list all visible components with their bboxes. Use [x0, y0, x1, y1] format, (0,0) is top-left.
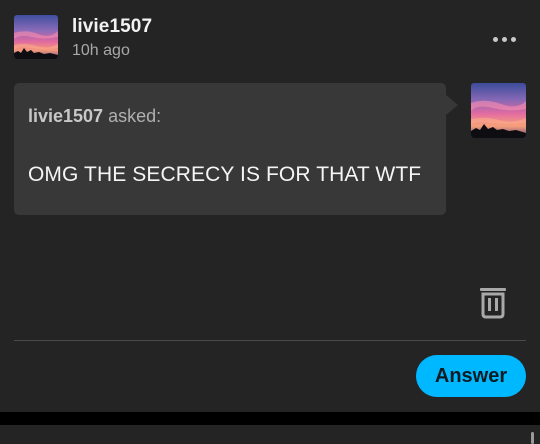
more-dots-icon-dot: [501, 36, 507, 42]
more-dots-icon: [492, 36, 498, 42]
delete-button[interactable]: [477, 284, 509, 320]
ask-question-text: OMG THE SECRECY IS FOR THAT WTF: [28, 163, 422, 186]
post-timestamp: 10h ago: [72, 42, 130, 59]
more-dots-icon-dot: [510, 36, 516, 42]
post-username[interactable]: livie1507: [72, 16, 152, 38]
answer-button[interactable]: Answer: [416, 355, 526, 397]
trash-icon: [480, 288, 506, 319]
more-options-button[interactable]: [484, 24, 524, 54]
asker-avatar[interactable]: [471, 83, 526, 138]
asked-line: livie1507 asked:: [28, 106, 161, 127]
divider: [14, 340, 526, 341]
user-avatar[interactable]: [14, 15, 58, 59]
sunset-avatar-image: [471, 83, 526, 138]
next-post-card: [0, 425, 540, 444]
sunset-avatar-image: [14, 15, 58, 59]
scroll-indicator[interactable]: [531, 432, 534, 444]
asker-name[interactable]: livie1507: [28, 106, 103, 126]
post-card: livie1507 10h ago livie1507 asked: OMG T…: [0, 0, 540, 412]
ask-bubble: livie1507 asked: OMG THE SECRECY IS FOR …: [14, 83, 458, 215]
asked-label: asked:: [108, 106, 162, 126]
